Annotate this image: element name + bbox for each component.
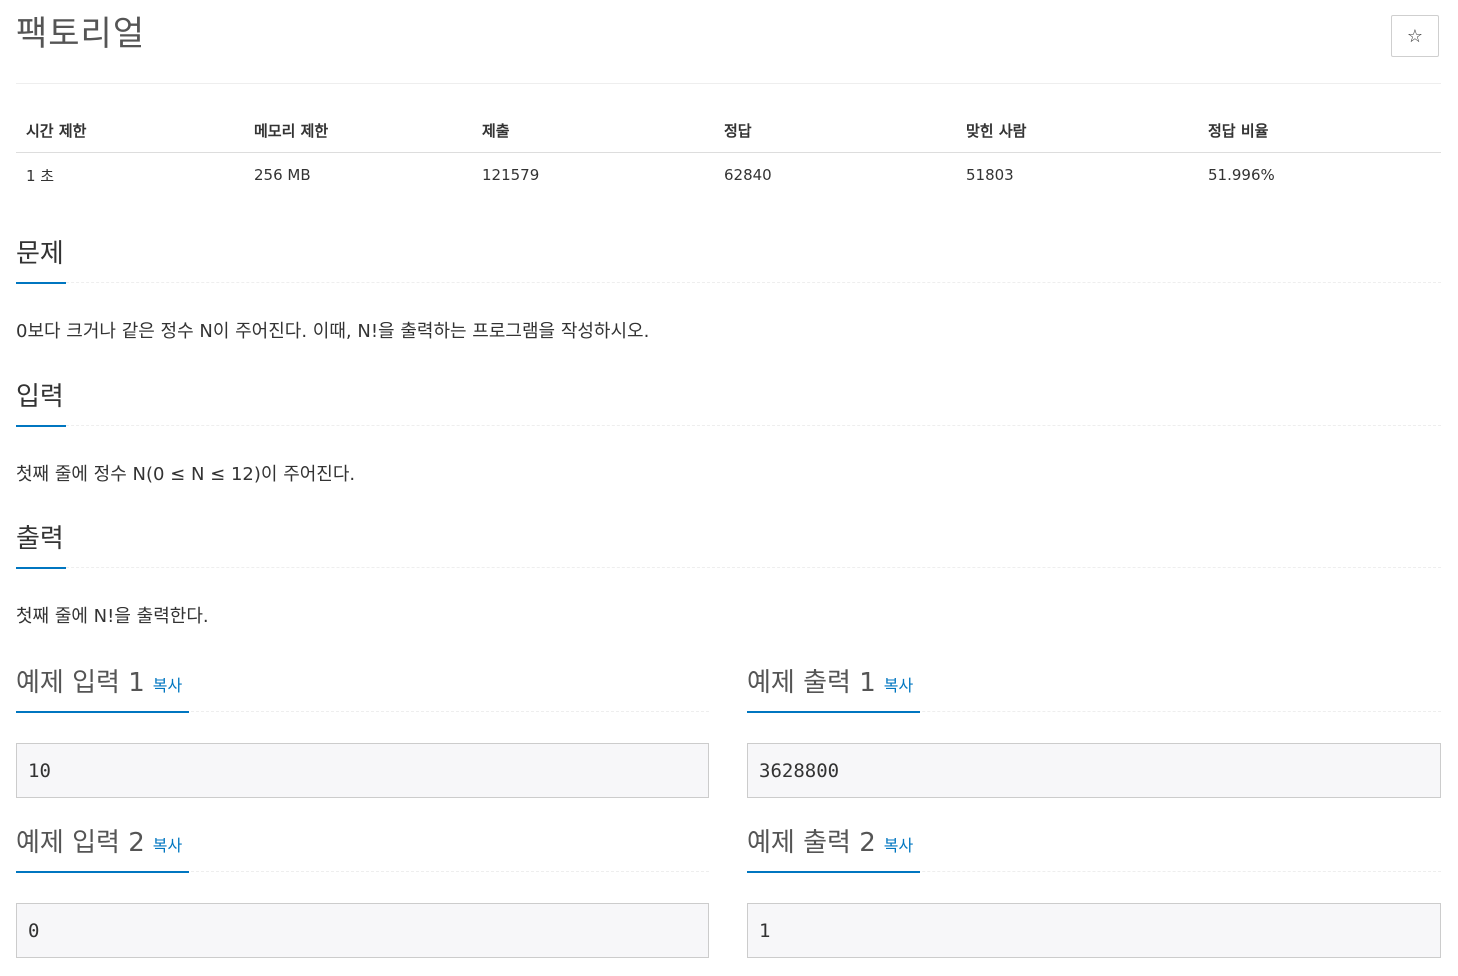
info-accept-ratio: 51.996% <box>1208 166 1275 184</box>
info-accepted: 62840 <box>724 166 772 184</box>
info-header-memory-limit: 메모리 제한 <box>244 108 472 153</box>
sample-input-2-copy-link[interactable]: 복사 <box>153 836 182 855</box>
sample-output-1-heading: 예제 출력 1 복사 <box>747 665 913 704</box>
sample-output-1-copy-link[interactable]: 복사 <box>884 676 913 695</box>
sample-input-1-box[interactable]: 10 <box>16 743 709 798</box>
sample-input-1-underline <box>16 711 189 713</box>
sample-output-2-copy-link[interactable]: 복사 <box>884 836 913 855</box>
output-underline <box>16 567 66 569</box>
description-heading: 문제 <box>16 239 64 269</box>
info-value-row: 1 초 256 MB 121579 62840 51803 51.996% <box>16 153 1441 198</box>
input-divider <box>16 425 1441 426</box>
input-heading: 입력 <box>16 382 64 412</box>
info-header-accept-ratio: 정답 비율 <box>1198 108 1441 153</box>
page-title: 팩토리얼 <box>16 14 146 54</box>
problem-info-table: 시간 제한 메모리 제한 제출 정답 맞힌 사람 정답 비율 1 초 256 M… <box>16 108 1441 197</box>
info-submissions: 121579 <box>482 166 540 184</box>
input-text: 첫째 줄에 정수 N(0 ≤ N ≤ 12)이 주어진다. <box>16 464 356 485</box>
info-memory-limit: 256 MB <box>254 166 311 184</box>
description-underline <box>16 282 66 284</box>
sample-output-2-title: 예제 출력 2 <box>747 828 876 858</box>
sample-input-2-heading: 예제 입력 2 복사 <box>16 825 182 864</box>
sample-input-1-copy-link[interactable]: 복사 <box>153 676 182 695</box>
info-header-time-limit: 시간 제한 <box>16 108 244 153</box>
info-time-limit: 1 초 <box>26 166 55 185</box>
sample-input-2-box[interactable]: 0 <box>16 903 709 958</box>
problem-page: 팩토리얼 ☆ 시간 제한 메모리 제한 제출 정답 맞힌 사람 정답 비율 1 <box>0 0 1458 976</box>
sample-input-1-heading: 예제 입력 1 복사 <box>16 665 182 704</box>
info-header-submissions: 제출 <box>472 108 714 153</box>
sample-input-2-underline <box>16 871 189 873</box>
info-header-accepted: 정답 <box>714 108 956 153</box>
sample-input-2-title: 예제 입력 2 <box>16 828 145 858</box>
info-header-row: 시간 제한 메모리 제한 제출 정답 맞힌 사람 정답 비율 <box>16 108 1441 153</box>
output-text: 첫째 줄에 N!을 출력한다. <box>16 606 209 627</box>
sample-output-2-heading: 예제 출력 2 복사 <box>747 825 913 864</box>
output-divider <box>16 567 1441 568</box>
input-underline <box>16 425 66 427</box>
favorite-star-button[interactable]: ☆ <box>1391 15 1439 57</box>
info-header-solved-users: 맞힌 사람 <box>956 108 1198 153</box>
description-text: 0보다 크거나 같은 정수 N이 주어진다. 이때, N!을 출력하는 프로그램… <box>16 321 650 342</box>
sample-output-1-title: 예제 출력 1 <box>747 668 876 698</box>
title-divider <box>16 83 1441 84</box>
info-solved-users: 51803 <box>966 166 1014 184</box>
sample-output-1-box[interactable]: 3628800 <box>747 743 1441 798</box>
star-icon: ☆ <box>1406 25 1424 47</box>
description-divider <box>16 282 1441 283</box>
sample-output-1-underline <box>747 711 920 713</box>
output-heading: 출력 <box>16 524 64 554</box>
sample-input-1-title: 예제 입력 1 <box>16 668 145 698</box>
sample-output-2-box[interactable]: 1 <box>747 903 1441 958</box>
sample-output-2-underline <box>747 871 920 873</box>
